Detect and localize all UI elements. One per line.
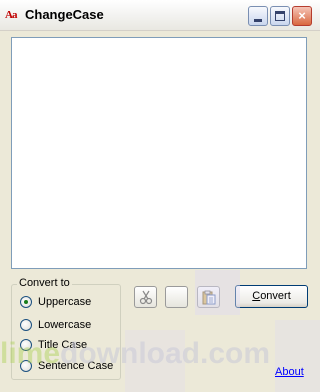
radio-button[interactable] (20, 339, 32, 351)
convert-to-label: Convert to (17, 277, 72, 289)
clipboard-icon (202, 290, 216, 305)
cut-button[interactable] (134, 286, 157, 308)
radio-uppercase[interactable]: Uppercase (20, 294, 91, 310)
copy-button[interactable] (165, 286, 188, 308)
convert-button[interactable]: Convert (235, 285, 308, 308)
scissors-icon (139, 290, 153, 305)
radio-label: Title Case (38, 339, 88, 351)
radio-sentence-case[interactable]: Sentence Case (20, 358, 113, 374)
radio-lowercase[interactable]: Lowercase (20, 317, 91, 333)
about-link[interactable]: About (275, 366, 304, 378)
app-icon: Aa (5, 9, 17, 21)
radio-label: Sentence Case (38, 360, 114, 372)
convert-mnemonic: C (252, 290, 261, 302)
maximize-icon (275, 11, 285, 21)
minimize-button[interactable] (248, 6, 268, 26)
text-input-area[interactable] (11, 37, 307, 269)
radio-label: Uppercase (38, 296, 92, 308)
radio-button[interactable] (20, 296, 32, 308)
radio-button[interactable] (20, 319, 32, 331)
app-window: Aa ChangeCase × Convert to Uppercase Low… (0, 0, 320, 392)
maximize-button[interactable] (270, 6, 290, 26)
close-button[interactable]: × (292, 6, 312, 26)
radio-title-case[interactable]: Title Case (20, 337, 87, 353)
minimize-icon (254, 19, 262, 22)
title-bar[interactable]: Aa ChangeCase × (0, 0, 320, 31)
radio-label: Lowercase (38, 319, 92, 331)
paste-button[interactable] (197, 286, 220, 308)
convert-label: onvert (260, 290, 291, 302)
radio-button[interactable] (20, 360, 32, 372)
close-icon: × (298, 8, 306, 23)
window-title: ChangeCase (25, 7, 104, 22)
